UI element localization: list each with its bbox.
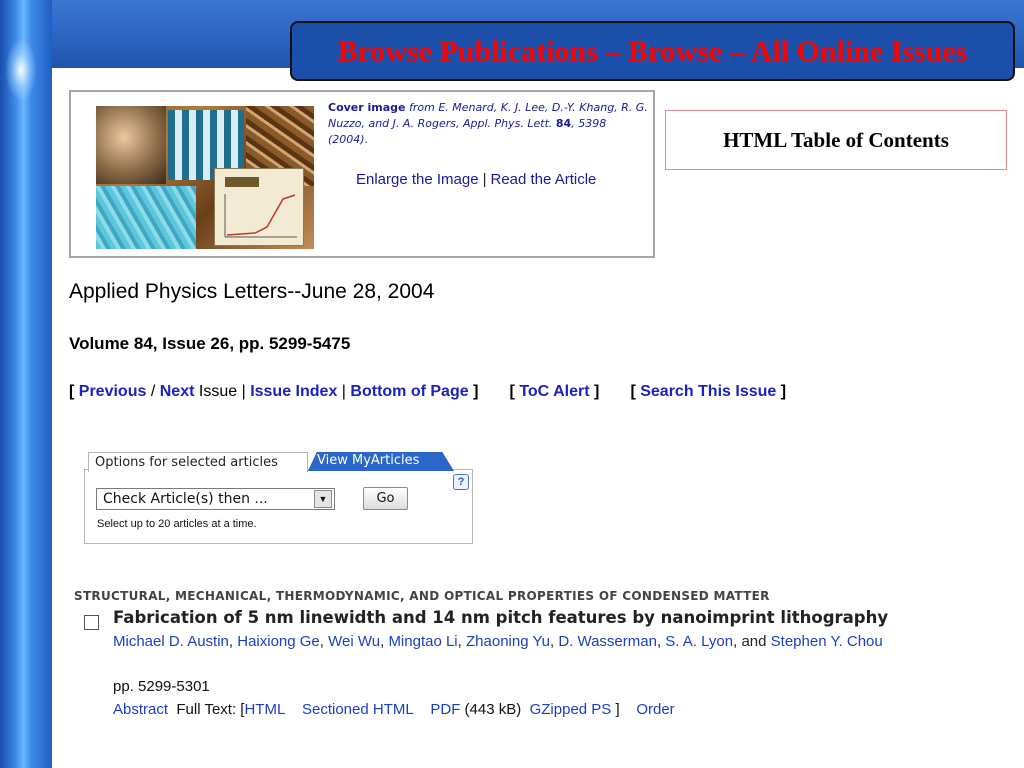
select-limit-note: Select up to 20 articles at a time.	[97, 518, 257, 530]
tab-options-selected[interactable]: Options for selected articles	[88, 452, 308, 472]
cover-label: Cover image	[328, 101, 406, 114]
left-glow	[6, 40, 36, 100]
issue-word: Issue	[198, 383, 238, 400]
sectioned-html-link[interactable]: Sectioned HTML	[302, 701, 414, 718]
article-pages: pp. 5299-5301	[113, 678, 210, 695]
cover-caption: Cover image from E. Menard, K. J. Lee, D…	[328, 100, 648, 148]
chevron-down-icon[interactable]: ▼	[314, 490, 332, 508]
and-word: and	[741, 633, 767, 650]
issue-nav: [ Previous / Next Issue | Issue Index | …	[69, 383, 786, 401]
next-issue-link[interactable]: Next	[160, 383, 195, 400]
bracket: ]	[473, 383, 479, 400]
pdf-link[interactable]: PDF	[430, 701, 460, 718]
cover-link-separator: |	[482, 171, 487, 188]
cover-panel: Cover image from E. Menard, K. J. Lee, D…	[69, 90, 655, 258]
slide-title-box: Browse Publications – Browse – All Onlin…	[290, 21, 1015, 81]
html-link[interactable]: HTML	[244, 701, 285, 718]
cover-cyan-tile	[96, 186, 196, 249]
cover-links: Enlarge the Image | Read the Article	[356, 171, 596, 188]
close-bracket: ]	[615, 701, 620, 718]
pdf-size: (443 kB)	[464, 701, 522, 718]
author-link[interactable]: Michael D. Austin	[113, 633, 229, 650]
cover-image[interactable]	[96, 106, 314, 249]
help-icon[interactable]: ?	[453, 474, 469, 490]
volume-line: Volume 84, Issue 26, pp. 5299-5475	[69, 334, 351, 353]
bracket: ]	[593, 383, 600, 400]
article-fulltext-links: Abstract Full Text: [HTML Sectioned HTML…	[113, 701, 675, 718]
go-button[interactable]: Go	[363, 487, 408, 510]
article-action-select[interactable]: Check Article(s) then ...	[96, 488, 335, 510]
gzipped-ps-link[interactable]: GZipped PS	[530, 701, 612, 718]
slide-title: Browse Publications – Browse – All Onlin…	[337, 35, 968, 68]
cover-graph-tile	[214, 168, 304, 246]
author-link[interactable]: D. Wasserman	[558, 633, 657, 650]
author-link[interactable]: Mingtao Li	[388, 633, 457, 650]
enlarge-image-link[interactable]: Enlarge the Image	[356, 171, 479, 188]
slash: /	[150, 383, 156, 400]
author-link[interactable]: Wei Wu	[328, 633, 380, 650]
author-link[interactable]: Zhaoning Yu	[466, 633, 550, 650]
author-link[interactable]: Haixiong Ge	[237, 633, 320, 650]
toc-alert-link[interactable]: ToC Alert	[519, 383, 589, 400]
article-authors: Michael D. Austin, Haixiong Ge, Wei Wu, …	[113, 633, 883, 650]
article-title[interactable]: Fabrication of 5 nm linewidth and 14 nm …	[113, 608, 888, 627]
bracket: [	[509, 383, 515, 400]
abstract-link[interactable]: Abstract	[113, 701, 168, 718]
bracket: [	[69, 383, 75, 400]
section-heading: STRUCTURAL, MECHANICAL, THERMODYNAMIC, A…	[74, 589, 770, 603]
slide-left-band	[0, 0, 52, 768]
cover-photo-tile	[96, 106, 166, 184]
journal-title: Applied Physics Letters--June 28, 2004	[69, 280, 435, 303]
fulltext-label: Full Text: [	[176, 701, 245, 718]
read-article-link[interactable]: Read the Article	[490, 171, 596, 188]
separator: |	[241, 383, 246, 400]
search-this-issue-link[interactable]: Search This Issue	[640, 383, 776, 400]
html-toc-callout: HTML Table of Contents	[665, 110, 1007, 170]
author-link[interactable]: S. A. Lyon	[665, 633, 733, 650]
tab-view-myarticles[interactable]: View MyArticles	[308, 452, 454, 471]
separator: |	[341, 383, 346, 400]
cover-volume: 84	[555, 117, 572, 130]
bracket: [	[630, 383, 636, 400]
order-link[interactable]: Order	[636, 701, 674, 718]
bottom-of-page-link[interactable]: Bottom of Page	[350, 383, 468, 400]
author-link[interactable]: Stephen Y. Chou	[771, 633, 883, 650]
cover-graph-curve	[224, 194, 297, 238]
previous-issue-link[interactable]: Previous	[79, 383, 147, 400]
bracket: ]	[780, 383, 787, 400]
issue-index-link[interactable]: Issue Index	[250, 383, 337, 400]
article-checkbox[interactable]	[84, 615, 99, 630]
